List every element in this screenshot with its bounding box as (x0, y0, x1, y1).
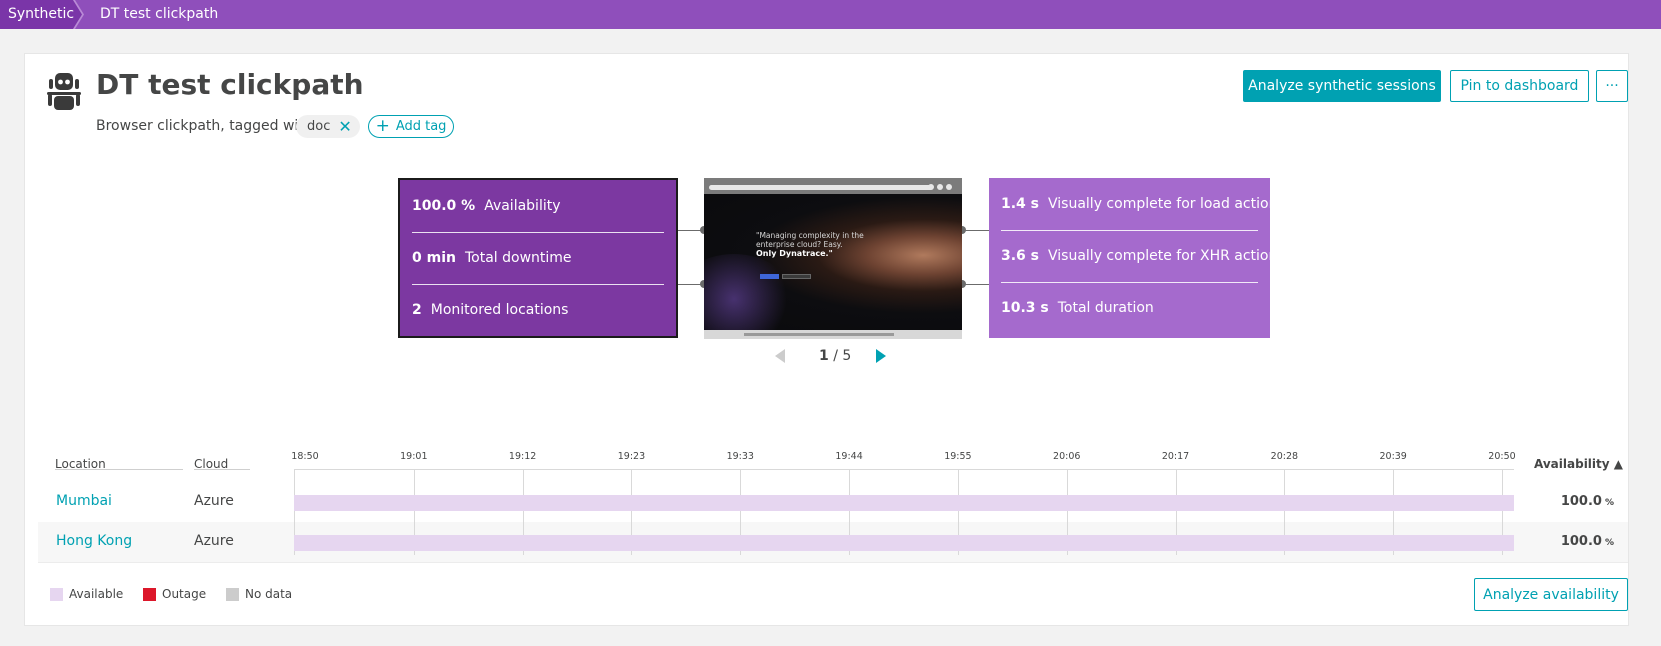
legend-swatch (226, 587, 239, 601)
pager-total: / 5 (833, 348, 852, 364)
pin-to-dashboard-button[interactable]: Pin to dashboard (1450, 70, 1589, 102)
column-header-underline (194, 469, 250, 470)
metric-label: Total duration (1057, 300, 1154, 316)
location-link[interactable]: Hong Kong (56, 533, 132, 549)
availability-bar[interactable] (294, 495, 1514, 511)
timeline-tick-label: 19:55 (944, 451, 972, 462)
previous-screenshot-icon[interactable] (775, 349, 785, 363)
timeline-tick-label: 20:39 (1379, 451, 1407, 462)
row-separator (38, 562, 1628, 563)
availability-value: 100.0% (1560, 534, 1614, 549)
page-title: DT test clickpath (96, 68, 364, 101)
location-link[interactable]: Mumbai (56, 493, 112, 509)
availability-value: 100.0% (1560, 494, 1614, 509)
column-header-availability[interactable]: Availability ▲ (1534, 457, 1623, 471)
robot-icon (47, 73, 81, 110)
tag-label: doc (307, 119, 331, 134)
timeline-tick-label: 19:01 (400, 451, 428, 462)
legend-available: Available (50, 587, 123, 601)
metric-total-duration: 10.3 s Total duration (1001, 282, 1258, 334)
availability-bar[interactable] (294, 535, 1514, 551)
metric-label: Monitored locations (430, 302, 569, 318)
timeline-top-border (294, 469, 1514, 470)
remove-tag-icon[interactable]: ✕ (338, 118, 351, 135)
column-header-underline (55, 469, 183, 470)
metric-availability: 100.0 % Availability (412, 180, 664, 232)
timeline-tick-label: 19:44 (835, 451, 863, 462)
metric-visually-complete-load: 1.4 s Visually complete for load actions (1001, 178, 1285, 230)
timeline-tick-label: 20:28 (1270, 451, 1299, 462)
analyze-availability-button[interactable]: Analyze availability (1474, 578, 1628, 611)
thumbnail-url-bar (709, 185, 933, 190)
clickpath-screenshot[interactable]: "Managing complexity in the enterprise c… (704, 178, 962, 339)
more-actions-button[interactable]: ··· (1596, 70, 1628, 102)
timeline-tick-label: 19:23 (617, 451, 646, 462)
timeline-tick-label: 19:33 (726, 451, 754, 462)
page-subtitle: Browser clickpath, tagged with (96, 118, 313, 134)
timeline-tick-label: 18:50 (291, 451, 319, 462)
thumbnail-cta (760, 274, 779, 279)
timeline-tick-label: 20:50 (1488, 451, 1516, 462)
cloud-provider: Azure (194, 533, 234, 549)
thumbnail-window-dots (928, 184, 954, 191)
add-tag-label: Add tag (395, 119, 447, 134)
breadcrumb-current: DT test clickpath (100, 6, 219, 22)
metric-total-downtime: 0 min Total downtime (412, 232, 664, 284)
metric-value: 10.3 s (1001, 300, 1049, 316)
legend-swatch (143, 587, 156, 601)
metric-label: Availability (484, 198, 561, 214)
timeline-tick-label: 19:12 (508, 451, 537, 462)
metric-label: Visually complete for load actions (1048, 196, 1285, 212)
metric-label: Total downtime (464, 250, 572, 266)
thumbnail-cta-secondary (782, 274, 811, 279)
add-tag-button[interactable]: + Add tag (368, 115, 454, 138)
analyze-sessions-button[interactable]: Analyze synthetic sessions (1243, 70, 1441, 102)
metric-value: 3.6 s (1001, 248, 1040, 264)
thumbnail-page: "Managing complexity in the enterprise c… (704, 194, 962, 339)
legend-label: No data (245, 587, 293, 601)
breadcrumb: Synthetic DT test clickpath (0, 0, 1661, 29)
legend-swatch (50, 587, 63, 601)
next-screenshot-icon[interactable] (876, 349, 886, 363)
metric-visually-complete-xhr: 3.6 s Visually complete for XHR actions (1001, 230, 1285, 282)
breadcrumb-root[interactable]: Synthetic (8, 6, 74, 22)
legend-label: Outage (162, 587, 207, 601)
connector-line (962, 284, 989, 285)
thumbnail-headline: "Managing complexity in the enterprise c… (756, 231, 864, 258)
availability-metrics-panel[interactable]: 100.0 % Availability 0 min Total downtim… (398, 178, 678, 338)
legend-outage: Outage (143, 587, 206, 601)
metric-value: 100.0 % (412, 198, 476, 214)
plus-icon: + (375, 116, 390, 136)
tag-chip: doc ✕ (296, 115, 360, 138)
metric-value: 0 min (412, 250, 456, 266)
metric-value: 2 (412, 302, 422, 318)
timeline-tick-label: 20:17 (1161, 451, 1190, 462)
pager-current: 1 (819, 348, 829, 364)
performance-metrics-panel[interactable]: 1.4 s Visually complete for load actions… (989, 178, 1285, 338)
connector-line (962, 230, 989, 231)
metric-label: Visually complete for XHR actions (1048, 248, 1285, 264)
metric-monitored-locations: 2 Monitored locations (412, 284, 664, 336)
cloud-provider: Azure (194, 493, 234, 509)
metric-value: 1.4 s (1001, 196, 1040, 212)
legend-label: Available (69, 587, 124, 601)
timeline-tick-label: 20:06 (1053, 451, 1081, 462)
legend-nodata: No data (226, 587, 292, 601)
screenshot-pager: 1 / 5 (819, 348, 851, 364)
thumbnail-cookie-bar (704, 330, 962, 339)
